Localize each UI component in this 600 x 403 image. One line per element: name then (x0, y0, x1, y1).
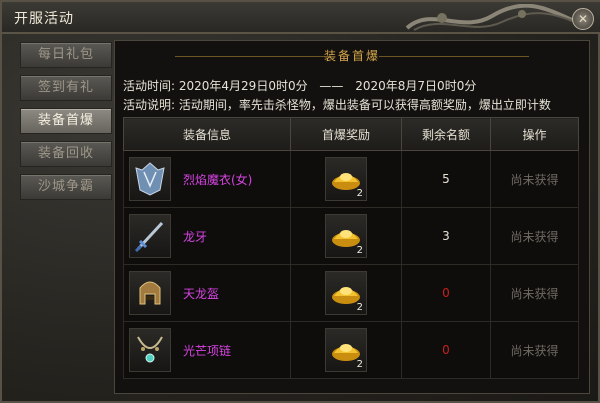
action-cell: 尚未获得 (490, 321, 579, 379)
activity-description: 活动说明: 活动期间，率先击杀怪物，爆出装备可以获得高额奖励，爆出立即计数 (123, 96, 551, 113)
desc-text: 活动期间，率先击杀怪物，爆出装备可以获得高额奖励，爆出立即计数 (178, 98, 551, 112)
remaining-cell: 3 (401, 207, 491, 265)
item-cell: 龙牙 (123, 207, 291, 265)
title-bar: 开服活动 ✕ (2, 2, 600, 34)
sidebar: 每日礼包 签到有礼 装备首爆 装备回收 沙城争霸 (20, 42, 112, 207)
item-slot[interactable] (129, 214, 171, 258)
action-cell: 尚未获得 (490, 207, 579, 265)
sidebar-item-daily-gift[interactable]: 每日礼包 (20, 42, 112, 68)
item-slot[interactable] (129, 328, 171, 372)
close-icon: ✕ (577, 12, 589, 26)
remaining-cell: 0 (401, 264, 491, 322)
action-cell: 尚未获得 (490, 150, 579, 208)
remaining-count: 0 (442, 343, 450, 357)
action-cell: 尚未获得 (490, 264, 579, 322)
table-header: 装备信息 首爆奖励 剩余名额 操作 (123, 117, 579, 151)
main-panel: 装备首爆 活动时间: 2020年4月29日0时0分 —— 2020年8月7日0时… (114, 40, 590, 394)
robe-icon (135, 162, 165, 196)
activity-window: 开服活动 ✕ 每日礼包 签到有礼 装备首爆 装备回收 沙城争霸 装备首爆 活动时… (0, 0, 600, 403)
reward-quantity: 2 (356, 359, 363, 370)
item-cell: 天龙盔 (123, 264, 291, 322)
item-slot[interactable] (129, 271, 171, 315)
time-label: 活动时间: (123, 79, 176, 93)
remaining-count: 0 (442, 286, 450, 300)
desc-label: 活动说明: (123, 98, 176, 112)
sword-icon (134, 221, 164, 253)
reward-cell: 2 (290, 150, 402, 208)
reward-slot[interactable]: 2 (325, 328, 367, 372)
reward-slot[interactable]: 2 (325, 214, 367, 258)
reward-cell: 2 (290, 321, 402, 379)
status-text: 尚未获得 (510, 229, 559, 244)
item-cell: 烈焰魔衣(女) (123, 150, 291, 208)
item-name: 光芒项链 (183, 343, 232, 358)
reward-slot[interactable]: 2 (325, 157, 367, 201)
column-header-action: 操作 (490, 117, 579, 151)
reward-cell: 2 (290, 207, 402, 265)
status-text: 尚未获得 (510, 343, 559, 358)
helmet-icon (139, 281, 161, 305)
first-drop-table: 装备信息 首爆奖励 剩余名额 操作 烈焰魔衣(女) 2 5 尚未获得 龙牙 2 … (123, 117, 579, 379)
column-header-remaining: 剩余名额 (401, 117, 491, 151)
table-row: 烈焰魔衣(女) 2 5 尚未获得 (123, 150, 579, 208)
column-header-reward: 首爆奖励 (290, 117, 402, 151)
sidebar-item-checkin[interactable]: 签到有礼 (20, 75, 112, 101)
sidebar-item-siege[interactable]: 沙城争霸 (20, 174, 112, 200)
item-name: 龙牙 (183, 229, 208, 244)
sidebar-item-first-drop[interactable]: 装备首爆 (20, 108, 112, 134)
table-row: 光芒项链 2 0 尚未获得 (123, 321, 579, 379)
status-text: 尚未获得 (510, 172, 559, 187)
necklace-icon (137, 336, 163, 363)
reward-slot[interactable]: 2 (325, 271, 367, 315)
time-separator: —— (319, 79, 344, 93)
remaining-count: 3 (442, 229, 450, 243)
remaining-cell: 5 (401, 150, 491, 208)
reward-quantity: 2 (356, 302, 363, 313)
sidebar-item-recycle[interactable]: 装备回收 (20, 141, 112, 167)
reward-quantity: 2 (356, 245, 363, 256)
time-start: 2020年4月29日0时0分 (178, 79, 308, 93)
remaining-cell: 0 (401, 321, 491, 379)
reward-quantity: 2 (356, 188, 363, 199)
status-text: 尚未获得 (510, 286, 559, 301)
time-end: 2020年8月7日0时0分 (355, 79, 477, 93)
table-row: 龙牙 2 3 尚未获得 (123, 207, 579, 265)
dragon-ornament-icon (405, 4, 581, 31)
window-title: 开服活动 (14, 11, 74, 27)
table-row: 天龙盔 2 0 尚未获得 (123, 264, 579, 322)
activity-time: 活动时间: 2020年4月29日0时0分 —— 2020年8月7日0时0分 (123, 77, 476, 94)
item-name: 烈焰魔衣(女) (183, 172, 253, 187)
item-cell: 光芒项链 (123, 321, 291, 379)
column-header-item: 装备信息 (123, 117, 291, 151)
remaining-count: 5 (442, 172, 450, 186)
reward-cell: 2 (290, 264, 402, 322)
close-button[interactable]: ✕ (572, 8, 594, 30)
item-slot[interactable] (129, 157, 171, 201)
item-name: 天龙盔 (183, 286, 220, 301)
divider-right (379, 56, 529, 57)
